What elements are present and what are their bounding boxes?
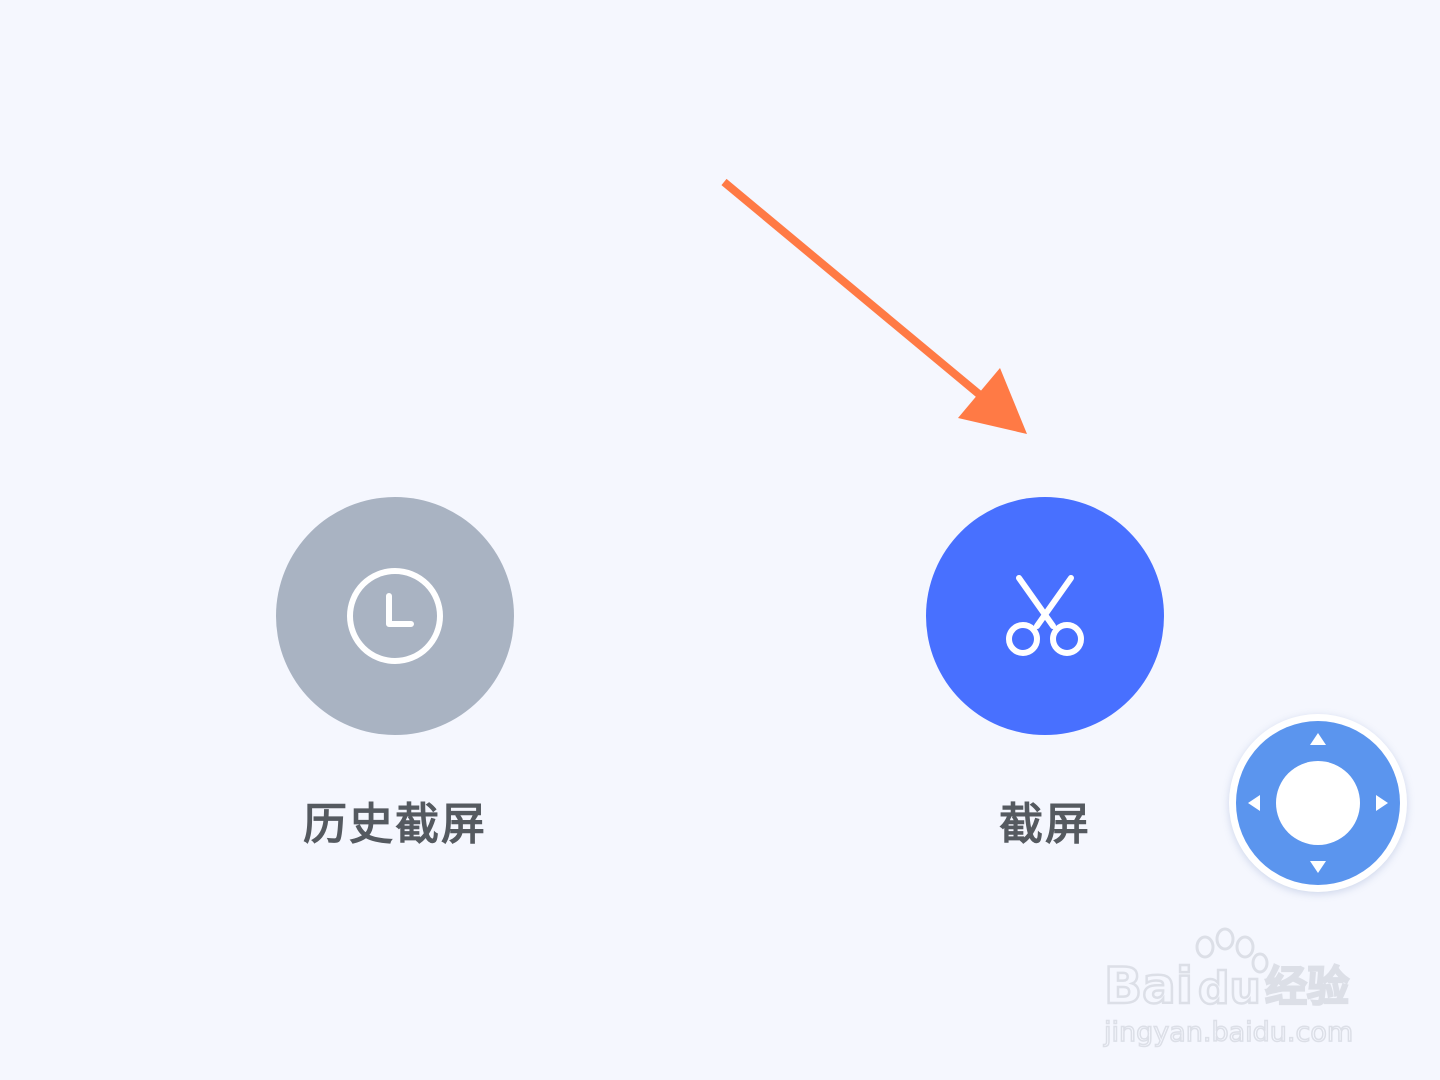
screenshot-label: 截屏: [999, 799, 1091, 850]
screenshot-button[interactable]: 截屏: [926, 497, 1164, 853]
svg-text:Bai: Bai: [1104, 957, 1193, 1015]
screen: 历史截屏 截屏 Bai du 经验 jingyan.baidu.com: [0, 0, 1440, 1080]
floating-joystick-button[interactable]: [1229, 714, 1407, 892]
joystick-knob: [1276, 761, 1360, 845]
clock-icon: [347, 568, 443, 664]
history-screenshot-button[interactable]: 历史截屏: [276, 497, 514, 853]
history-screenshot-label: 历史截屏: [303, 799, 487, 850]
svg-text:jingyan.baidu.com: jingyan.baidu.com: [1103, 1017, 1353, 1048]
arrow-up-icon: [1310, 733, 1326, 745]
joystick-icon: [1236, 721, 1400, 885]
arrow-left-icon: [1248, 795, 1260, 811]
arrow-right-icon: [1376, 795, 1388, 811]
svg-text:du: du: [1198, 963, 1261, 1014]
screenshot-circle[interactable]: [926, 497, 1164, 735]
scissors-icon: [1006, 575, 1084, 656]
annotation-arrow: [721, 178, 1027, 434]
baidu-jingyan-watermark: Bai du 经验 jingyan.baidu.com: [1102, 927, 1354, 1049]
svg-text:经验: 经验: [1265, 962, 1349, 1011]
history-screenshot-circle[interactable]: [276, 497, 514, 735]
arrow-down-icon: [1310, 861, 1326, 873]
